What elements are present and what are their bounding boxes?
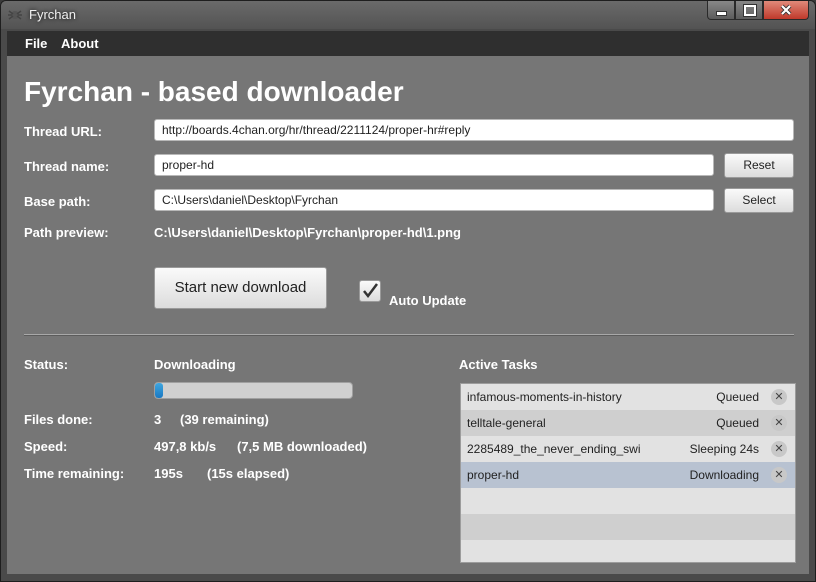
title-bar[interactable]: Fyrchan (1, 1, 815, 29)
minimize-button[interactable] (707, 1, 735, 20)
window-controls (707, 1, 809, 21)
task-name: 2285489_the_never_ending_swi (467, 442, 641, 456)
task-name: telltale-general (467, 416, 546, 430)
minimize-icon (716, 11, 727, 16)
close-button[interactable] (763, 1, 809, 20)
task-status: Downloading (689, 468, 759, 482)
time-remaining-value: 195s (154, 466, 183, 481)
task-status: Queued (716, 390, 759, 404)
close-icon (780, 4, 792, 16)
thread-url-label: Thread URL: (24, 124, 102, 139)
empty-row (461, 488, 795, 514)
task-row[interactable]: proper-hd Downloading ✕ (461, 462, 795, 488)
remove-task-icon[interactable]: ✕ (771, 389, 787, 405)
auto-update-label: Auto Update (389, 293, 467, 308)
divider (24, 334, 794, 336)
remove-task-icon[interactable]: ✕ (771, 415, 787, 431)
thread-url-input[interactable] (154, 119, 794, 141)
main-content: Fyrchan - based downloader Thread URL: T… (7, 56, 809, 574)
active-tasks-list[interactable]: infamous-moments-in-history Queued ✕ tel… (460, 383, 796, 563)
remove-task-icon[interactable]: ✕ (771, 441, 787, 457)
base-path-label: Base path: (24, 194, 91, 209)
empty-row (461, 540, 795, 562)
download-progress-bar (154, 382, 353, 399)
app-icon (8, 10, 22, 20)
task-name: proper-hd (467, 468, 520, 482)
empty-row (461, 514, 795, 540)
menu-about[interactable]: About (61, 36, 99, 51)
time-remaining-label: Time remaining: (24, 466, 125, 481)
menu-bar: File About (7, 31, 809, 56)
app-window: Fyrchan File About Fyrchan - based downl… (0, 0, 816, 582)
speed-label: Speed: (24, 439, 68, 454)
thread-name-input[interactable] (154, 154, 714, 176)
status-label: Status: (24, 357, 69, 372)
files-remaining: (39 remaining) (180, 412, 269, 427)
window-title: Fyrchan (29, 7, 76, 22)
files-done-value: 3 (154, 412, 162, 427)
select-button[interactable]: Select (724, 188, 794, 213)
time-elapsed: (15s elapsed) (207, 466, 290, 481)
path-preview-label: Path preview: (24, 225, 109, 240)
base-path-input[interactable] (154, 189, 714, 211)
auto-update-checkbox[interactable] (359, 280, 381, 302)
files-done-label: Files done: (24, 412, 93, 427)
maximize-button[interactable] (735, 1, 763, 20)
progress-fill (155, 383, 163, 398)
task-status: Sleeping 24s (689, 442, 759, 456)
active-tasks-title: Active Tasks (459, 357, 538, 372)
checkmark-icon (363, 283, 378, 299)
task-row[interactable]: telltale-general Queued ✕ (461, 410, 795, 436)
downloaded-amount: (7,5 MB downloaded) (237, 439, 367, 454)
status-value: Downloading (154, 357, 236, 372)
task-row[interactable]: infamous-moments-in-history Queued ✕ (461, 384, 795, 410)
reset-button[interactable]: Reset (724, 153, 794, 178)
task-row[interactable]: 2285489_the_never_ending_swi Sleeping 24… (461, 436, 795, 462)
path-preview-value: C:\Users\daniel\Desktop\Fyrchan\proper-h… (154, 225, 461, 240)
thread-name-label: Thread name: (24, 159, 110, 174)
task-status: Queued (716, 416, 759, 430)
speed-value: 497,8 kb/s (154, 439, 217, 454)
menu-file[interactable]: File (25, 36, 47, 51)
remove-task-icon[interactable]: ✕ (771, 467, 787, 483)
maximize-icon (743, 4, 757, 17)
page-title: Fyrchan - based downloader (24, 76, 404, 107)
start-download-button[interactable]: Start new download (154, 267, 327, 309)
task-name: infamous-moments-in-history (467, 390, 622, 404)
